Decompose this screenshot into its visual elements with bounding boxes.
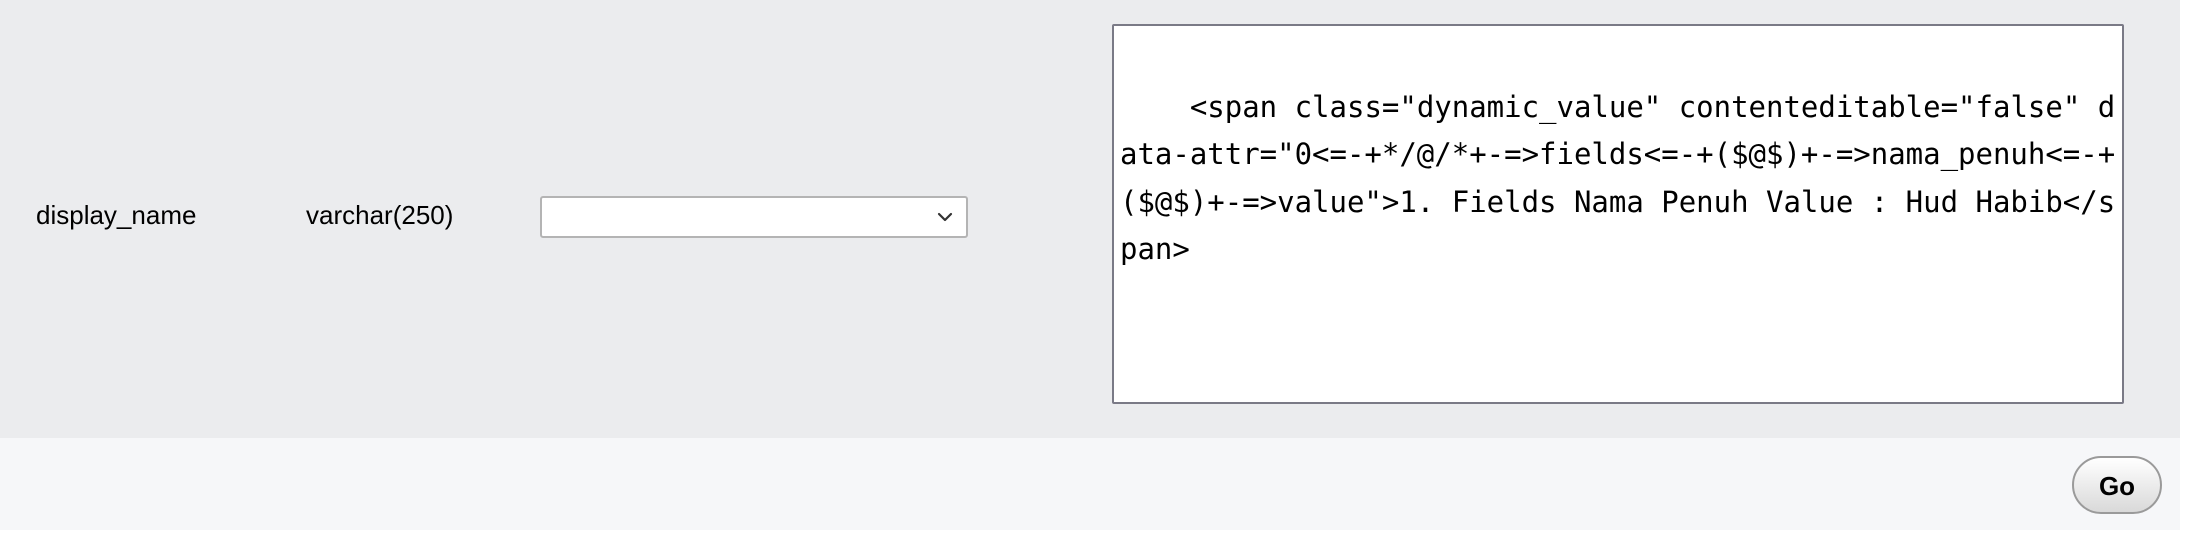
column-type: varchar(250): [306, 200, 454, 230]
field-row: display_name varchar(250) <span class="d…: [0, 0, 2180, 438]
chevron-down-icon: [936, 208, 954, 226]
go-button[interactable]: Go: [2072, 456, 2162, 514]
value-text: <span class="dynamic_value" contentedita…: [1120, 89, 2116, 267]
column-name: display_name: [36, 200, 197, 230]
function-select[interactable]: [540, 196, 968, 238]
footer-bar: Go: [0, 438, 2180, 530]
value-textarea[interactable]: <span class="dynamic_value" contentedita…: [1112, 24, 2124, 404]
resize-grip-icon[interactable]: [2097, 377, 2119, 399]
